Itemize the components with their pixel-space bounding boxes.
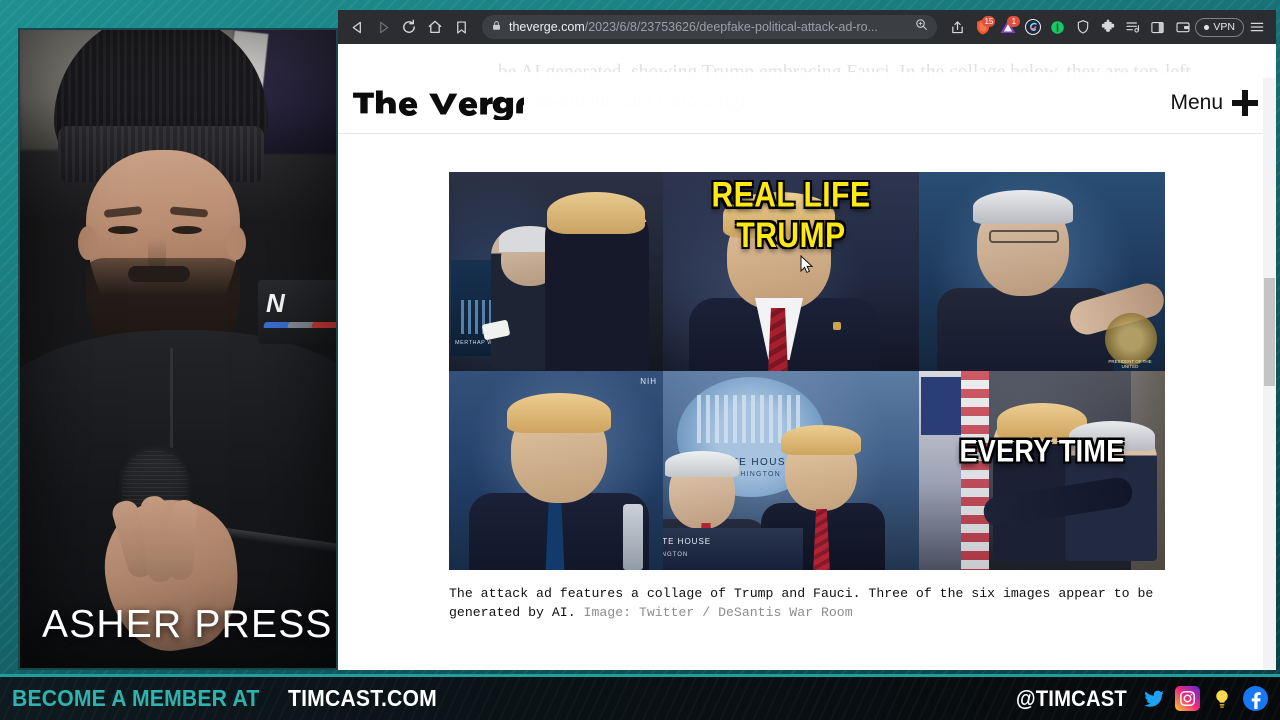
brave-shields-badge: 15: [982, 15, 996, 27]
article-paragraph: The fakes were first identified by AFP, …: [449, 666, 1165, 670]
url-text: theverge.com/2023/6/8/23753626/deepfake-…: [509, 20, 908, 34]
trump-hair: [781, 425, 861, 455]
reload-icon[interactable]: [396, 14, 422, 40]
podium-line-2: INGTON: [663, 552, 689, 558]
host-name-label: ASHER PRESS: [42, 603, 333, 646]
browser-toolbar: theverge.com/2023/6/8/23753626/deepfake-…: [338, 10, 1276, 44]
spiral-extension-icon[interactable]: [1020, 15, 1045, 40]
fauci-hair: [665, 451, 739, 477]
page-scrollbar[interactable]: [1263, 78, 1276, 670]
social-handles: @TIMCAST: [1011, 686, 1268, 712]
membership-callout: BECOME A MEMBER AT TIMCAST.COM: [12, 685, 450, 712]
stream-banner: BECOME A MEMBER AT TIMCAST.COM @TIMCAST: [0, 677, 1280, 720]
trump-hair: [547, 192, 645, 234]
verge-site-header: Menu: [338, 72, 1276, 134]
plus-icon: [1232, 89, 1258, 116]
shield-extension-icon[interactable]: [1070, 15, 1095, 40]
nih-backdrop-text: NIH: [640, 377, 657, 386]
membership-text-teal: BECOME A MEMBER AT: [12, 685, 260, 711]
collage-tile-trump-podium-real: NIH: [449, 371, 663, 570]
webcam-vignette: [20, 30, 336, 668]
instagram-icon: [1175, 686, 1200, 711]
facebook-icon: [1243, 686, 1268, 711]
zoom-search-icon[interactable]: [915, 18, 928, 36]
twitter-icon: [1141, 686, 1166, 711]
presidential-seal: [1105, 313, 1157, 365]
article-body: MERTHAP WEMS REAL LIFE TRUMP PRESIDENT O…: [338, 134, 1276, 670]
url-path: /2023/6/8/23753626/deepfake-political-at…: [584, 20, 878, 34]
social-handle: @TIMCAST: [1016, 685, 1128, 711]
warning-badge: 1: [1007, 15, 1021, 27]
home-icon[interactable]: [422, 14, 448, 40]
back-arrow-icon[interactable]: [344, 14, 370, 40]
figure-caption: The attack ad features a collage of Trum…: [449, 584, 1165, 622]
overlay-real-life-trump: REAL LIFE TRUMP: [711, 176, 871, 256]
puzzle-extensions-icon[interactable]: [1095, 15, 1120, 40]
address-bar[interactable]: theverge.com/2023/6/8/23753626/deepfake-…: [482, 15, 938, 39]
site-menu-label: Menu: [1170, 90, 1223, 114]
collage-tile-trump-looking-down-real: REAL LIFE TRUMP: [663, 172, 919, 371]
scrollbar-thumb[interactable]: [1264, 278, 1275, 386]
article-figure: MERTHAP WEMS REAL LIFE TRUMP PRESIDENT O…: [449, 172, 1165, 622]
vpn-indicator[interactable]: VPN: [1195, 17, 1244, 37]
caption-credit: Image: Twitter / DeSantis War Room: [583, 605, 853, 620]
water-bottle: [623, 504, 643, 570]
verge-logo[interactable]: [352, 86, 524, 120]
minds-bulb-icon: [1209, 686, 1234, 711]
share-icon[interactable]: [945, 15, 970, 40]
lock-icon: [491, 18, 502, 36]
flag-star-field: [921, 377, 961, 435]
vpn-status-dot: [1204, 24, 1210, 30]
podium-line-1: ITE HOUSE: [663, 537, 712, 546]
playlist-icon[interactable]: [1120, 15, 1145, 40]
flag-stripes: [961, 371, 989, 570]
warning-triangle-icon[interactable]: 1: [995, 15, 1021, 40]
presidential-seal-text: PRESIDENT OF THE UNITED: [1108, 359, 1152, 369]
url-domain: theverge.com: [509, 20, 585, 34]
flag-lapel-pin: [833, 322, 841, 330]
collage-tile-trump-hugging-fauci-oval-ai: EVERY TIME: [919, 371, 1165, 570]
browser-window: theverge.com/2023/6/8/23753626/deepfake-…: [338, 10, 1276, 670]
stream-screen: N ASHER PRESS theverge.com/2023/6/8/2375…: [0, 0, 1280, 720]
fauci-glasses: [989, 230, 1059, 243]
collage-tile-white-house-briefing-real: WHITE HOUSE WASHINGTON ITE HOUSE NGTON: [663, 371, 919, 570]
membership-site: TIMCAST.COM: [287, 685, 437, 711]
wallet-icon[interactable]: [1170, 15, 1195, 40]
briefing-podium: [663, 528, 803, 570]
collage-tile-fauci-pointing-real: PRESIDENT OF THE UNITED: [919, 172, 1165, 371]
green-circle-extension-icon[interactable]: [1045, 15, 1070, 40]
vpn-label: VPN: [1213, 21, 1235, 33]
overlay-every-time: EVERY TIME: [959, 433, 1125, 469]
sidebar-panel-icon[interactable]: [1145, 15, 1170, 40]
forward-arrow-icon[interactable]: [370, 14, 396, 40]
web-page: be AI generated, showing Trump embracing…: [338, 44, 1276, 670]
webcam-panel: N ASHER PRESS: [18, 28, 338, 670]
collage-tile-trump-embracing-fauci-ai: MERTHAP WEMS: [449, 172, 663, 371]
fauci-hair: [973, 190, 1073, 224]
bookmark-icon[interactable]: [448, 14, 474, 40]
brave-shields-icon[interactable]: 15: [970, 15, 996, 40]
site-menu-button[interactable]: Menu: [1170, 89, 1258, 116]
collage-image[interactable]: MERTHAP WEMS REAL LIFE TRUMP PRESIDENT O…: [449, 172, 1165, 570]
hamburger-menu-icon[interactable]: [1244, 14, 1270, 40]
trump-hair: [507, 393, 611, 433]
american-flag: [919, 371, 989, 570]
